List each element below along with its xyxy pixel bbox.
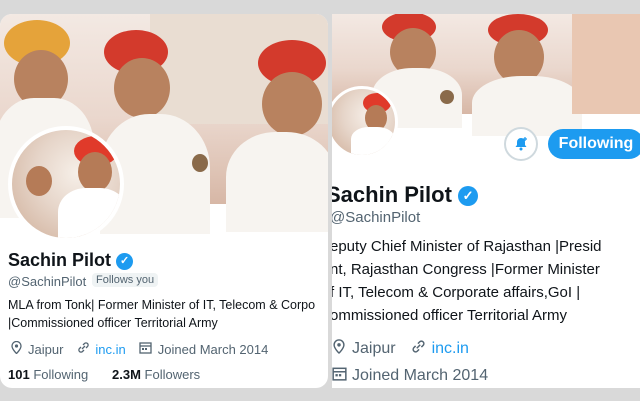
profile-card-new: Following Sachin Pilot ✓ @SachinPilot ep… bbox=[332, 14, 640, 388]
profile-meta: Jaipur inc.in Joined March 2014 bbox=[8, 340, 269, 357]
profile-avatar-2[interactable] bbox=[332, 86, 398, 158]
profile-card-old: Sachin Pilot ✓ @SachinPilot Follows you … bbox=[0, 14, 328, 388]
followers-count: 2.3M bbox=[112, 367, 141, 382]
profile-name: Sachin Pilot ✓ bbox=[8, 250, 134, 271]
profile-name-2: Sachin Pilot ✓ bbox=[332, 182, 479, 208]
bell-add-icon bbox=[515, 137, 527, 151]
following-button[interactable]: Following bbox=[548, 129, 640, 159]
bio2-line-2: nt, Rajasthan Congress |Former Minister bbox=[332, 261, 600, 278]
avatar-face-2 bbox=[26, 166, 52, 196]
link-icon bbox=[75, 341, 91, 357]
banner-face-2 bbox=[114, 58, 170, 118]
profile-name-text: Sachin Pilot bbox=[8, 250, 112, 270]
profile-handle: @SachinPilot bbox=[8, 274, 87, 289]
bio-line-1: MLA from Tonk| Former Minister of IT, Te… bbox=[8, 298, 316, 312]
banner2-wall bbox=[572, 14, 640, 114]
website-link-2[interactable]: inc.in bbox=[432, 340, 469, 358]
website-link[interactable]: inc.in bbox=[95, 342, 125, 357]
joined-row-2: Joined March 2014 bbox=[332, 366, 488, 386]
followers-stat[interactable]: 2.3M Followers bbox=[112, 367, 200, 382]
banner2-shirt-2 bbox=[472, 76, 582, 136]
joined-date: Joined March 2014 bbox=[157, 341, 269, 357]
avatar-face bbox=[78, 152, 112, 192]
bio2-line-4: ommissioned officer Territorial Army bbox=[332, 307, 568, 324]
profile-name-2-text: Sachin Pilot bbox=[332, 182, 452, 207]
location-pin-icon bbox=[8, 340, 24, 357]
profile-avatar[interactable] bbox=[8, 126, 124, 242]
bio-line-2: |Commissioned officer Territorial Army bbox=[8, 316, 218, 330]
verified-badge-icon-2: ✓ bbox=[458, 186, 479, 207]
following-stat[interactable]: 101 Following bbox=[8, 367, 88, 382]
banner-face-3 bbox=[262, 72, 322, 136]
link-icon-2 bbox=[410, 339, 428, 359]
banner2-cup bbox=[440, 90, 454, 104]
notifications-bell-button[interactable] bbox=[504, 127, 538, 161]
location-text: Jaipur bbox=[28, 341, 64, 357]
calendar-icon-2 bbox=[332, 366, 348, 386]
location-pin-icon-2 bbox=[332, 339, 348, 359]
bio2-line-1: eputy Chief Minister of Rajasthan |Presi… bbox=[332, 238, 602, 255]
followers-label: Followers bbox=[144, 367, 201, 382]
following-count: 101 bbox=[8, 367, 30, 382]
following-label: Following bbox=[33, 367, 89, 382]
banner-shirt-3 bbox=[226, 132, 328, 232]
calendar-icon bbox=[138, 341, 154, 357]
avatar-shirt bbox=[58, 188, 120, 238]
follows-you-badge: Follows you bbox=[92, 273, 159, 287]
profile-meta-2: Jaipur inc.in bbox=[332, 339, 469, 359]
avatar2-shirt bbox=[351, 127, 395, 155]
banner-cup bbox=[192, 154, 208, 172]
bio2-line-3: f IT, Telecom & Corporate affairs,GoI | bbox=[332, 284, 581, 301]
profile-handle-2: @SachinPilot bbox=[332, 209, 421, 226]
joined-date-2: Joined March 2014 bbox=[352, 367, 489, 384]
verified-badge-icon: ✓ bbox=[116, 252, 134, 270]
location-text-2: Jaipur bbox=[352, 340, 396, 357]
